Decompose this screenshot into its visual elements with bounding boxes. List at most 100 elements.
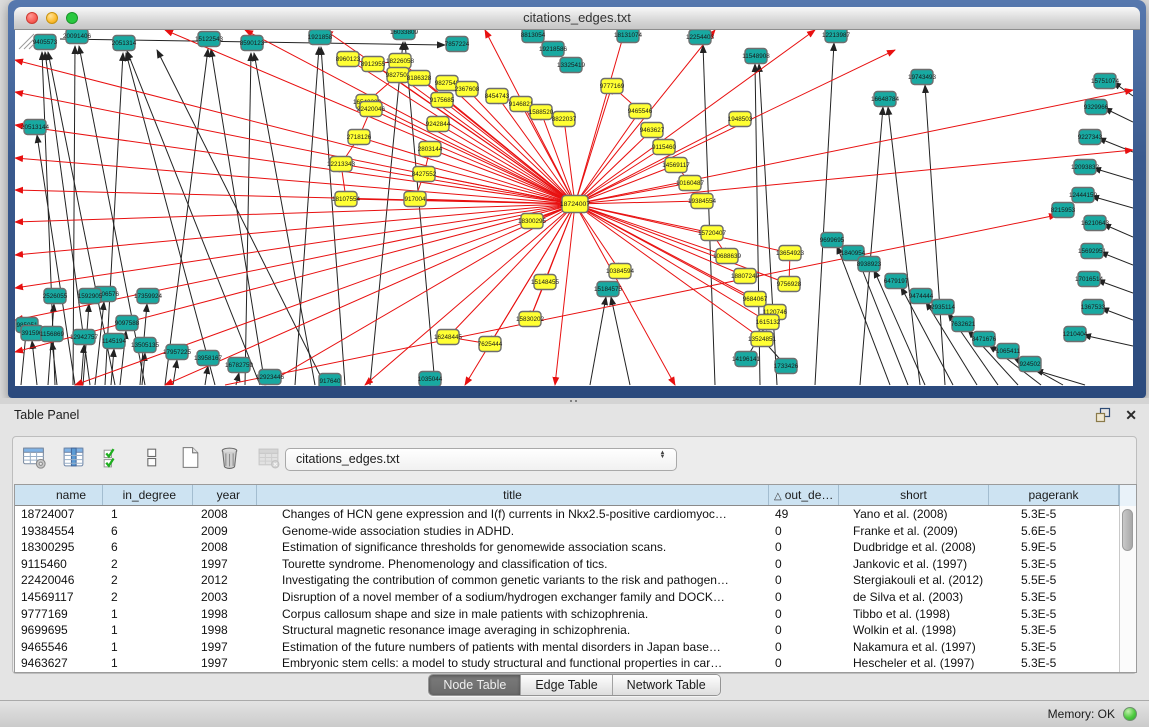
- cell-title[interactable]: Genome-wide association studies in ADHD.: [257, 523, 769, 540]
- close-panel-icon[interactable]: ✕: [1125, 407, 1137, 423]
- cell-pagerank[interactable]: 5.3E-5: [989, 639, 1119, 656]
- graph-node[interactable]: 13524851: [748, 332, 777, 347]
- cell-short[interactable]: Jankovic et al. (1997): [839, 556, 989, 573]
- cell-in_degree[interactable]: 6: [103, 523, 193, 540]
- table-row[interactable]: 1938455462009Genome-wide association stu…: [15, 523, 1136, 540]
- graph-edge[interactable]: [1091, 196, 1133, 208]
- graph-node[interactable]: 9756928: [777, 277, 802, 292]
- cell-out_de[interactable]: 0: [769, 622, 839, 639]
- graph-node[interactable]: 1592905: [78, 289, 103, 304]
- graph-node[interactable]: 924502: [1019, 357, 1041, 372]
- graph-node[interactable]: 9405573: [33, 35, 58, 50]
- cell-pagerank[interactable]: 5.9E-5: [989, 539, 1119, 556]
- column-header-year[interactable]: year: [193, 485, 257, 505]
- cell-short[interactable]: Hescheler et al. (1997): [839, 655, 989, 672]
- graph-node[interactable]: 17957225: [163, 345, 192, 360]
- cell-year[interactable]: 1997: [193, 556, 257, 573]
- cell-out_de[interactable]: 0: [769, 523, 839, 540]
- cell-in_degree[interactable]: 6: [103, 539, 193, 556]
- graph-node[interactable]: 8590123: [240, 36, 265, 51]
- graph-node[interactable]: 15751074: [1091, 74, 1120, 89]
- graph-node[interactable]: 6479197: [884, 274, 909, 289]
- graph-edge[interactable]: [15, 204, 575, 222]
- cell-name[interactable]: 9115460: [15, 556, 103, 573]
- graph-edge[interactable]: [265, 204, 575, 385]
- cell-name[interactable]: 9777169: [15, 606, 103, 623]
- graph-node[interactable]: 917004: [404, 192, 426, 207]
- cell-out_de[interactable]: 0: [769, 572, 839, 589]
- cell-name[interactable]: 18724007: [15, 506, 103, 523]
- graph-node[interactable]: 18107554: [332, 192, 361, 207]
- graph-node[interactable]: 20091406: [63, 30, 92, 44]
- graph-node[interactable]: 20513144: [21, 120, 50, 135]
- graph-edge[interactable]: [211, 49, 265, 385]
- table-row[interactable]: 2242004622012Investigating the contribut…: [15, 572, 1136, 589]
- graph-edge[interactable]: [254, 53, 315, 385]
- table-row[interactable]: 1456911722003Disruption of a novel membe…: [15, 589, 1136, 606]
- cell-short[interactable]: de Silva et al. (2003): [839, 589, 989, 606]
- graph-node[interactable]: 15720407: [698, 226, 727, 241]
- table-row[interactable]: 1872400712008Changes of HCN gene express…: [15, 506, 1136, 523]
- graph-edge[interactable]: [126, 53, 215, 385]
- column-header-name[interactable]: name: [15, 485, 103, 505]
- graph-node[interactable]: 1065411: [996, 344, 1021, 359]
- graph-edge[interactable]: [295, 47, 319, 385]
- cell-in_degree[interactable]: 1: [103, 655, 193, 672]
- graph-edge[interactable]: [815, 43, 834, 385]
- select-columns-button[interactable]: [98, 446, 126, 474]
- table-row[interactable]: 1830029562008Estimation of significance …: [15, 539, 1136, 556]
- graph-edge[interactable]: [575, 111, 640, 204]
- graph-node[interactable]: 1367533: [1081, 300, 1106, 315]
- cell-short[interactable]: Yano et al. (2008): [839, 506, 989, 523]
- graph-node[interactable]: 9242844: [426, 117, 451, 132]
- table-row[interactable]: 977716911998Corpus callosum shape and si…: [15, 606, 1136, 623]
- graph-edge[interactable]: [165, 204, 575, 385]
- network-canvas-svg[interactable]: 1872400789601238912955182260589827503818…: [15, 30, 1133, 386]
- network-window-titlebar[interactable]: citations_edges.txt: [14, 7, 1140, 30]
- cell-in_degree[interactable]: 1: [103, 506, 193, 523]
- column-header-title[interactable]: title: [257, 485, 769, 505]
- graph-node[interactable]: 1210404: [1063, 327, 1088, 342]
- network-table-dropdown[interactable]: citations_edges.txt ▲▼: [285, 448, 677, 471]
- tab-node-table[interactable]: Node Table: [429, 675, 520, 695]
- cell-short[interactable]: Nakamura et al. (1997): [839, 639, 989, 656]
- cell-title[interactable]: Tourette syndrome. Phenomenology and cla…: [257, 556, 769, 573]
- graph-node[interactable]: 9227343: [1078, 130, 1103, 145]
- graph-node[interactable]: 1156869: [40, 327, 65, 342]
- cell-title[interactable]: Investigating the contribution of common…: [257, 572, 769, 589]
- cell-title[interactable]: Estimation of significance thresholds fo…: [257, 539, 769, 556]
- delete-button[interactable]: [215, 446, 243, 474]
- cell-in_degree[interactable]: 1: [103, 639, 193, 656]
- cell-out_de[interactable]: 0: [769, 639, 839, 656]
- row-selector-button[interactable]: [137, 446, 165, 474]
- graph-node[interactable]: 11548908: [742, 49, 770, 64]
- resize-grip-icon[interactable]: [15, 30, 35, 50]
- graph-node[interactable]: 7632621: [951, 317, 976, 332]
- graph-node[interactable]: 12213987: [822, 30, 851, 43]
- cell-year[interactable]: 2008: [193, 506, 257, 523]
- graph-edge[interactable]: [245, 53, 251, 385]
- table-settings-button[interactable]: [20, 446, 48, 474]
- table-row[interactable]: 946554611997Estimation of the future num…: [15, 639, 1136, 656]
- cell-name[interactable]: 22420046: [15, 572, 103, 589]
- graph-edge[interactable]: [575, 150, 1133, 204]
- cell-year[interactable]: 1998: [193, 606, 257, 623]
- table-row[interactable]: 969969511998Structural magnetic resonanc…: [15, 622, 1136, 639]
- cell-pagerank[interactable]: 5.5E-5: [989, 572, 1119, 589]
- graph-node[interactable]: 18724007: [560, 196, 590, 213]
- cell-out_de[interactable]: 0: [769, 589, 839, 606]
- cell-in_degree[interactable]: 1: [103, 606, 193, 623]
- cell-name[interactable]: 9465546: [15, 639, 103, 656]
- graph-node[interactable]: 19218586: [539, 42, 568, 57]
- graph-node[interactable]: 8454743: [485, 89, 510, 104]
- graph-node[interactable]: 13325419: [557, 58, 586, 73]
- graph-node[interactable]: 2718126: [347, 130, 372, 145]
- graph-node[interactable]: 9115460: [652, 140, 677, 155]
- cell-pagerank[interactable]: 5.3E-5: [989, 622, 1119, 639]
- cell-out_de[interactable]: 0: [769, 606, 839, 623]
- graph-node[interactable]: 10688639: [713, 249, 742, 264]
- graph-node[interactable]: 1615132: [756, 315, 781, 330]
- graph-edge[interactable]: [860, 107, 883, 385]
- cell-title[interactable]: Embryonic stem cells: a model to study s…: [257, 655, 769, 672]
- column-header-short[interactable]: short: [839, 485, 989, 505]
